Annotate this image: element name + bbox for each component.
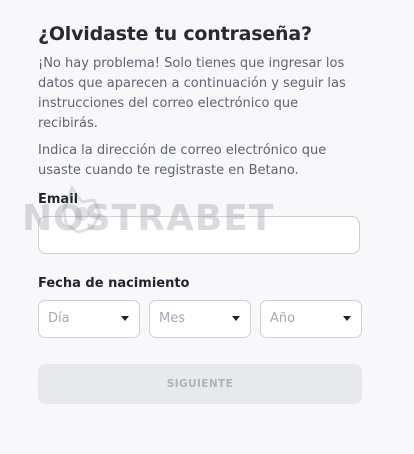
birth-date-selects: Día Mes Año — [38, 300, 362, 338]
email-field[interactable] — [38, 216, 360, 254]
day-select-value: Día — [48, 311, 70, 326]
next-button[interactable]: SIGUIENTE — [38, 364, 362, 404]
page-title: ¿Olvidaste tu contraseña? — [38, 23, 312, 45]
year-select-value: Año — [270, 311, 296, 326]
intro-text: ¡No hay problema! Solo tienes que ingres… — [38, 56, 346, 131]
year-select[interactable]: Año — [260, 300, 362, 338]
month-select-value: Mes — [159, 311, 185, 326]
hint-text: Indica la dirección de correo electrónic… — [38, 143, 327, 178]
month-select[interactable]: Mes — [149, 300, 251, 338]
email-label: Email — [38, 192, 79, 207]
chevron-down-icon — [343, 316, 351, 321]
birth-date-label: Fecha de nacimiento — [38, 276, 190, 291]
chevron-down-icon — [121, 316, 129, 321]
day-select[interactable]: Día — [38, 300, 140, 338]
chevron-down-icon — [232, 316, 240, 321]
forgot-password-form: ¿Olvidaste tu contraseña? ¡No hay proble… — [38, 20, 362, 404]
